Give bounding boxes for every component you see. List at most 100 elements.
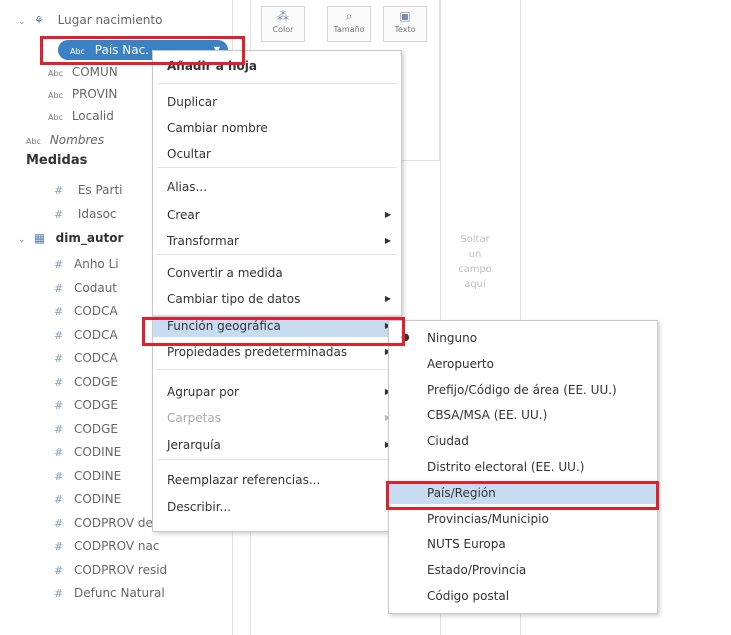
selected-field-label: País Nac. [94,43,149,57]
table-field-row[interactable]: # CODGE [54,419,118,439]
text-label: Texto [394,25,416,34]
context-menu-item[interactable]: Convertir a medida [153,262,401,284]
color-icon: ⁂ [277,9,289,23]
field-row[interactable]: Abc Nombres [26,130,104,150]
menu-separator [157,254,397,255]
context-menu-item[interactable]: Transformar ▶ [153,230,401,252]
table-field-row[interactable]: # Codaut [54,278,117,298]
drop-field-hint[interactable]: Soltar un campo aquí [455,232,495,292]
geo-role-item[interactable]: Distrito electoral (EE. UU.) [389,456,657,478]
table-field-row[interactable]: # CODPROV nac [54,536,159,556]
geo-role-item[interactable]: Provincias/Municipio [389,508,657,530]
hash-icon: # [54,208,64,221]
table-field-label: CODGE [74,421,118,436]
table-field-row[interactable]: # Anho Li [54,254,119,274]
field-row[interactable]: Abc Localid [48,106,114,126]
table-field-label: CODCA [74,327,118,342]
context-menu-item-label: Añadir a hoja [167,59,257,73]
context-menu-item[interactable]: Agrupar por▶ [153,381,401,403]
context-menu-item[interactable]: Crear ▶ [153,204,401,226]
menu-separator [157,167,397,168]
context-menu-item[interactable]: Cambiar nombre [153,117,401,139]
table-field-label: CODGE [74,374,118,389]
geo-role-label: Código postal [427,589,510,603]
table-row-header[interactable]: ⌄ ▦ dim_autor [18,228,123,248]
context-menu-item[interactable]: Describir... [153,496,401,518]
table-field-row[interactable]: # CODINE [54,466,121,486]
geo-role-item[interactable]: Código postal [389,585,657,607]
abc-icon: Abc [48,91,63,100]
hash-icon: # [54,375,64,389]
geo-role-label: Distrito electoral (EE. UU.) [427,460,585,474]
color-button[interactable]: ⁂ Color [261,6,305,42]
chevron-down-icon[interactable]: ⌄ [18,230,30,250]
table-field-row[interactable]: # CODCA [54,325,118,345]
hash-icon: # [54,446,64,459]
table-field-label: CODINE [74,468,122,483]
hierarchy-label: Lugar nacimiento [57,13,163,27]
context-menu-item[interactable]: Función geográfica▶ [153,315,401,337]
hash-icon: # [54,305,64,318]
hash-icon: # [54,399,64,412]
menu-separator [157,459,397,460]
abc-icon: Abc [48,69,63,78]
field-row[interactable]: Abc PROVIN [48,84,117,104]
context-menu-item[interactable]: Duplicar [153,91,401,113]
hierarchy-row-lugar-nacimiento[interactable]: ⌄ ⚘ Lugar nacimiento [18,10,162,30]
table-field-row[interactable]: # CODGE [54,372,118,392]
context-menu-item[interactable]: Reemplazar referencias... [153,469,401,491]
context-menu-item[interactable]: Cambiar tipo de datos ▶ [153,288,401,310]
context-menu-item-label: Jerarquía [167,438,221,452]
geo-role-label: Provincias/Municipio [427,511,549,526]
context-menu-item-label: Cambiar tipo de datos [167,292,301,306]
context-menu-item[interactable]: Propiedades predeterminadas▶ [153,341,401,363]
hash-icon: # [54,352,64,365]
measure-label: Es Parti [77,183,123,197]
field-row[interactable]: Abc COMUN [48,62,118,82]
table-field-label: Anho Li [74,257,119,271]
geo-role-item[interactable]: Ciudad [389,430,657,452]
hash-icon: # [54,516,64,530]
context-menu-item-label: Transformar [167,234,239,248]
table-field-row[interactable]: # Defunc Natural [54,583,165,603]
chevron-down-icon[interactable]: ⌄ [18,12,30,32]
table-field-row[interactable]: # CODINE [54,442,121,462]
table-field-row[interactable]: # CODGE [54,395,118,415]
size-label: Tamaño [333,25,365,34]
size-button[interactable]: ⌕ Tamaño [327,6,371,42]
geo-role-item[interactable]: Prefijo/Código de área (EE. UU.) [389,379,657,401]
context-menu-item-label: Cambiar nombre [167,121,268,135]
table-field-label: CODPROV nac [74,539,160,553]
context-menu-item-label: Agrupar por [167,385,239,399]
context-menu-item[interactable]: Ocultar [153,143,401,165]
table-field-row[interactable]: # CODINE [54,489,121,509]
submenu-arrow-icon: ▶ [384,210,391,219]
hash-icon: # [54,469,64,483]
context-menu-item[interactable]: Añadir a hoja [153,55,401,77]
abc-icon: Abc [70,47,85,56]
table-field-row[interactable]: # CODPROV resid [54,560,167,580]
geo-role-item[interactable]: ● Ninguno [389,327,657,349]
context-menu-item[interactable]: Alias... [153,176,401,198]
submenu-arrow-icon: ▶ [384,236,391,245]
measure-row[interactable]: # Es Parti [54,180,123,200]
geo-role-item[interactable]: Estado/Provincia [389,559,657,581]
context-menu-item: Carpetas▶ [153,407,401,429]
geo-role-item[interactable]: NUTS Europa [389,533,657,555]
hash-icon: # [54,258,64,271]
context-menu-item[interactable]: Jerarquía▶ [153,434,401,456]
geo-role-item[interactable]: País/Región [389,481,657,504]
measure-label: Idasoc [77,207,117,221]
table-icon: ▦ [33,231,46,245]
geo-role-item[interactable]: Aeropuerto [389,353,657,375]
geo-role-label: NUTS Europa [427,537,506,552]
table-field-label: CODPROV resid [74,562,168,577]
text-button[interactable]: ▣ Texto [383,6,427,42]
context-menu-item-label: Convertir a medida [167,266,283,280]
measure-row[interactable]: # Idasoc [54,204,117,224]
table-field-row[interactable]: # CODCA [54,301,118,321]
table-field-label: CODCA [74,351,118,365]
table-field-row[interactable]: # CODCA [54,348,118,368]
geo-role-item[interactable]: CBSA/MSA (EE. UU.) [389,404,657,426]
field-label: COMUN [71,65,118,79]
